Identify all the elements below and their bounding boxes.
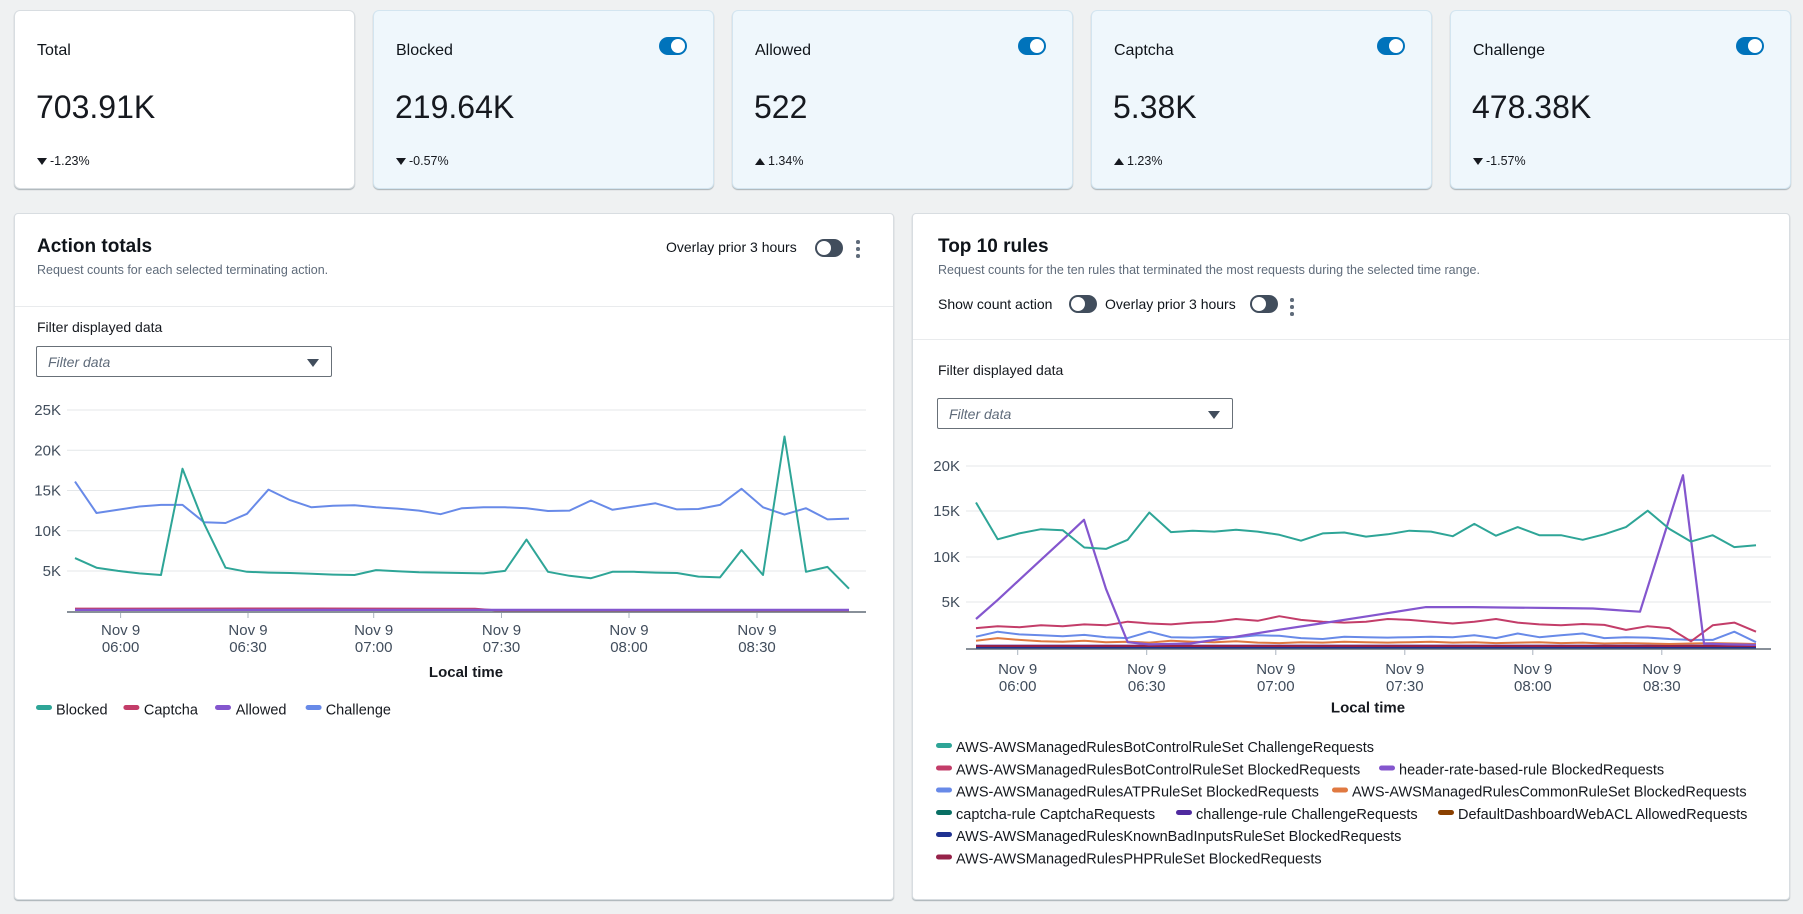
svg-text:Nov 9: Nov 9	[1256, 661, 1295, 678]
svg-text:Nov 9: Nov 9	[998, 661, 1037, 678]
svg-text:07:30: 07:30	[483, 639, 521, 656]
svg-text:20K: 20K	[34, 442, 61, 459]
svg-text:07:00: 07:00	[1257, 678, 1295, 695]
svg-text:AWS-AWSManagedRulesCommonRuleS: AWS-AWSManagedRulesCommonRuleSet Blocked…	[1352, 785, 1747, 801]
svg-text:challenge-rule ChallengeReques: challenge-rule ChallengeRequests	[1196, 807, 1418, 823]
svg-text:Allowed: Allowed	[236, 703, 287, 719]
svg-text:25K: 25K	[34, 402, 61, 419]
svg-text:Nov 9: Nov 9	[1385, 661, 1424, 678]
svg-text:07:30: 07:30	[1386, 678, 1424, 695]
svg-text:20K: 20K	[933, 458, 960, 475]
svg-text:08:00: 08:00	[610, 639, 648, 656]
svg-text:06:30: 06:30	[229, 639, 267, 656]
svg-text:Nov 9: Nov 9	[1127, 661, 1166, 678]
svg-text:10K: 10K	[34, 523, 61, 540]
svg-text:DefaultDashboardWebACL Allowed: DefaultDashboardWebACL AllowedRequests	[1458, 807, 1747, 823]
svg-text:06:00: 06:00	[999, 678, 1037, 695]
svg-text:AWS-AWSManagedRulesKnownBadInp: AWS-AWSManagedRulesKnownBadInputsRuleSet…	[956, 829, 1401, 845]
svg-text:15K: 15K	[933, 503, 960, 520]
svg-text:Nov 9: Nov 9	[482, 622, 521, 639]
svg-text:captcha-rule CaptchaRequests: captcha-rule CaptchaRequests	[956, 807, 1155, 823]
svg-text:10K: 10K	[933, 549, 960, 566]
svg-text:08:30: 08:30	[738, 639, 776, 656]
svg-text:Captcha: Captcha	[144, 703, 199, 719]
svg-text:AWS-AWSManagedRulesPHPRuleSet: AWS-AWSManagedRulesPHPRuleSet BlockedReq…	[956, 852, 1322, 868]
svg-text:08:00: 08:00	[1514, 678, 1552, 695]
svg-text:Nov 9: Nov 9	[101, 622, 140, 639]
svg-text:Blocked: Blocked	[56, 703, 108, 719]
svg-text:AWS-AWSManagedRulesATPRuleSet: AWS-AWSManagedRulesATPRuleSet BlockedReq…	[956, 785, 1319, 801]
svg-text:Challenge: Challenge	[326, 703, 391, 719]
svg-text:Local time: Local time	[1331, 700, 1405, 717]
svg-text:Nov 9: Nov 9	[1642, 661, 1681, 678]
svg-text:AWS-AWSManagedRulesBotControlR: AWS-AWSManagedRulesBotControlRuleSet Blo…	[956, 763, 1360, 779]
svg-text:Nov 9: Nov 9	[737, 622, 776, 639]
svg-text:AWS-AWSManagedRulesBotControlR: AWS-AWSManagedRulesBotControlRuleSet Cha…	[956, 740, 1374, 756]
svg-text:5K: 5K	[942, 594, 960, 611]
svg-text:Local time: Local time	[429, 664, 503, 681]
svg-text:5K: 5K	[43, 563, 61, 580]
svg-text:06:30: 06:30	[1128, 678, 1166, 695]
svg-text:header-rate-based-rule Blocked: header-rate-based-rule BlockedRequests	[1399, 763, 1664, 779]
svg-text:Nov 9: Nov 9	[1513, 661, 1552, 678]
svg-text:15K: 15K	[34, 483, 61, 500]
svg-text:Nov 9: Nov 9	[609, 622, 648, 639]
svg-text:07:00: 07:00	[355, 639, 393, 656]
svg-text:06:00: 06:00	[102, 639, 140, 656]
svg-text:Nov 9: Nov 9	[228, 622, 267, 639]
svg-text:08:30: 08:30	[1643, 678, 1681, 695]
svg-text:Nov 9: Nov 9	[354, 622, 393, 639]
